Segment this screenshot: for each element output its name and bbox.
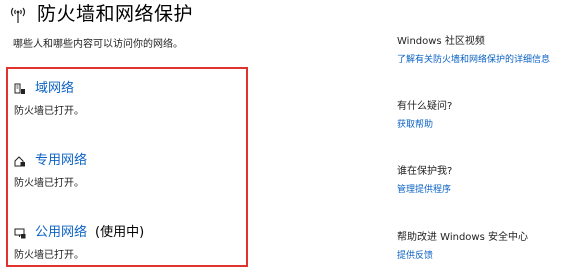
improve-heading: 帮助改进 Windows 安全中心 [397,232,528,243]
get-help-link[interactable]: 获取帮助 [397,119,572,131]
network-in-use-label: (使用中) [95,225,145,240]
network-private-status: 防火墙已打开。 [14,178,84,189]
wireless-antenna-icon [10,7,26,23]
give-feedback-link[interactable]: 提供反馈 [397,250,572,262]
question-heading: 有什么疑问? [397,101,453,112]
network-public-status: 防火墙已打开。 [14,250,84,261]
network-domain-status: 防火墙已打开。 [14,106,84,117]
sidebar-community: Windows 社区视频 了解有关防火墙和网络保护的详细信息 [397,35,572,66]
private-network-icon [14,156,25,167]
network-public[interactable]: 公用网络 (使用中) 防火墙已打开。 [14,225,144,261]
domain-network-icon [14,83,25,94]
sidebar-protector: 谁在保护我? 管理提供程序 [397,165,572,196]
sidebar-question: 有什么疑问? 获取帮助 [397,100,572,131]
sidebar-improve: 帮助改进 Windows 安全中心 提供反馈 [397,231,572,262]
network-list: 域网络 防火墙已打开。 专用网络 防火墙已打开。 公用网络 (使用中) 防火墙已… [6,67,248,267]
network-private-link[interactable]: 专用网络 [35,153,87,169]
page-header: 防火墙和网络保护 [7,2,193,26]
protector-heading: 谁在保护我? [397,166,453,177]
network-private[interactable]: 专用网络 防火墙已打开。 [14,153,87,189]
manage-providers-link[interactable]: 管理提供程序 [397,184,572,196]
page-title: 防火墙和网络保护 [37,3,194,25]
page-subtitle: 哪些人和哪些内容可以访问你的网络。 [13,39,183,50]
community-heading: Windows 社区视频 [397,36,485,47]
firewall-page: 防火墙和网络保护 哪些人和哪些内容可以访问你的网络。 域网络 防火墙已打开。 专… [0,0,574,273]
network-public-link[interactable]: 公用网络 [35,225,87,241]
network-domain[interactable]: 域网络 防火墙已打开。 [14,81,84,117]
network-domain-link[interactable]: 域网络 [35,81,74,97]
public-network-icon [14,228,26,239]
community-learn-more-link[interactable]: 了解有关防火墙和网络保护的详细信息 [397,54,572,66]
